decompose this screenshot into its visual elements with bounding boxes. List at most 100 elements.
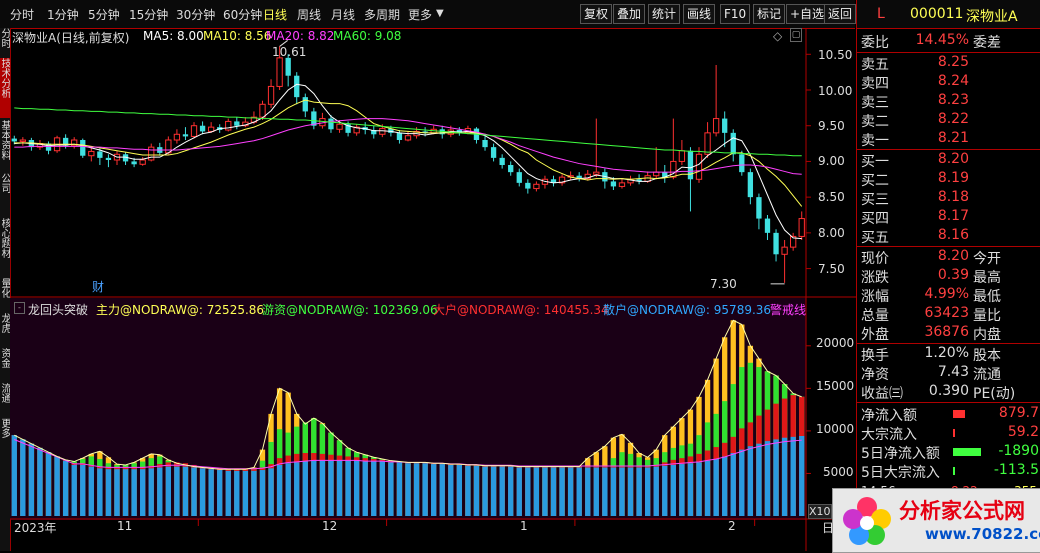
buy-price: 8.17 bbox=[937, 208, 969, 224]
period-tab-weekly[interactable]: 周线 bbox=[297, 6, 321, 23]
quote-label2: 量比 bbox=[973, 308, 1001, 324]
bar-sanhu bbox=[285, 463, 291, 516]
stats-value: 7.43 bbox=[937, 364, 969, 380]
candle-body bbox=[173, 133, 181, 141]
candle-body bbox=[259, 103, 266, 118]
sell-price: 8.22 bbox=[937, 111, 969, 127]
vol-tick: 15000 bbox=[816, 379, 855, 393]
buy-row[interactable]: 买五 8.16 bbox=[857, 227, 1040, 246]
left-tab-company[interactable]: 公司 bbox=[0, 173, 10, 213]
price-tick: 10.00 bbox=[818, 84, 853, 98]
candle-body bbox=[207, 126, 215, 132]
overlay-button[interactable]: 叠加 bbox=[613, 4, 646, 24]
price-tick: 7.50 bbox=[818, 262, 845, 276]
sell-row[interactable]: 卖四 8.24 bbox=[857, 73, 1040, 92]
buy-row[interactable]: 买一 8.20 bbox=[857, 151, 1040, 170]
period-tab-monthly[interactable]: 月线 bbox=[331, 6, 355, 23]
candle-body bbox=[105, 157, 112, 160]
bar-sanhu bbox=[208, 469, 214, 516]
sell-label: 卖四 bbox=[861, 76, 889, 92]
bar-sanhu bbox=[379, 461, 385, 516]
candle-body bbox=[499, 157, 505, 165]
sell-row[interactable]: 卖五 8.25 bbox=[857, 54, 1040, 73]
quote-label2: 最低 bbox=[973, 289, 1001, 305]
left-tab-more[interactable]: 更多 bbox=[0, 418, 10, 448]
settings-icon[interactable]: ▢ bbox=[790, 28, 802, 42]
add-watchlist-button[interactable]: +自选 bbox=[786, 4, 829, 24]
left-tab-fenshi[interactable]: 分时 bbox=[0, 28, 10, 56]
sell-label: 卖二 bbox=[861, 114, 889, 130]
collapse-icon[interactable]: - bbox=[14, 302, 25, 314]
period-tab-multi[interactable]: 多周期 bbox=[364, 6, 400, 23]
bar-sanhu bbox=[234, 470, 240, 516]
period-tab-15min[interactable]: 15分钟 bbox=[129, 6, 168, 23]
candle-body bbox=[773, 232, 779, 255]
period-tab-60min[interactable]: 60分钟 bbox=[223, 6, 262, 23]
quote-row: 现价 8.20 今开 bbox=[857, 248, 1040, 267]
period-tab-more[interactable]: 更多 bbox=[408, 6, 432, 23]
f10-button[interactable]: F10 bbox=[720, 4, 751, 24]
candle-body bbox=[618, 182, 626, 187]
left-tab-longhu[interactable]: 龙虎 bbox=[0, 313, 10, 343]
stats-button[interactable]: 统计 bbox=[648, 4, 681, 24]
sell-row[interactable]: 卖三 8.23 bbox=[857, 92, 1040, 111]
stock-name: 深物业A bbox=[966, 9, 1018, 25]
candle-body bbox=[190, 125, 198, 137]
left-tab-float[interactable]: 流通 bbox=[0, 383, 10, 413]
sanhu-label: 散户@NODRAW@: 95789.36 bbox=[603, 303, 772, 317]
sell-row[interactable]: 卖一 8.21 bbox=[857, 130, 1040, 149]
sell-price: 8.21 bbox=[937, 130, 969, 146]
candle-body bbox=[525, 182, 531, 189]
period-tab-5min[interactable]: 5分钟 bbox=[88, 6, 120, 23]
left-tab-quant[interactable]: 量化 bbox=[0, 278, 10, 308]
quote-row: 涨跌 0.39 最高 bbox=[857, 267, 1040, 286]
bar-sanhu bbox=[499, 466, 505, 516]
diamond-icon[interactable]: ◇ bbox=[773, 29, 782, 43]
buy-row[interactable]: 买四 8.17 bbox=[857, 208, 1040, 227]
indicator-name[interactable]: 龙回头突破 bbox=[28, 301, 88, 318]
finance-marker[interactable]: 财 bbox=[92, 278, 104, 295]
period-tab-30min[interactable]: 30分钟 bbox=[176, 6, 215, 23]
period-tab-1min[interactable]: 1分钟 bbox=[47, 6, 79, 23]
candle-body bbox=[593, 171, 600, 175]
vol-tick: 10000 bbox=[816, 422, 855, 436]
period-tab-daily[interactable]: 日线 bbox=[263, 6, 287, 23]
date-tick: 2023年 bbox=[14, 521, 57, 535]
candle-body bbox=[610, 181, 617, 187]
left-tab-funds[interactable]: 资金 bbox=[0, 348, 10, 378]
ma20-label: MA20: 8.82 bbox=[266, 29, 335, 43]
bar-sanhu bbox=[217, 470, 223, 516]
quote-label: 现价 bbox=[861, 251, 889, 267]
stock-title-bar: L 000011 深物业A bbox=[857, 0, 1040, 29]
sell-row[interactable]: 卖二 8.22 bbox=[857, 111, 1040, 130]
bar-sanhu bbox=[576, 467, 582, 516]
candle-body bbox=[80, 140, 86, 156]
x10-toggle[interactable]: X10 bbox=[808, 504, 832, 519]
date-tick: 11 bbox=[117, 519, 133, 533]
bar-sanhu bbox=[388, 462, 394, 516]
buy-label: 买三 bbox=[861, 192, 889, 208]
draw-button[interactable]: 画线 bbox=[683, 4, 716, 24]
left-tab-basic[interactable]: 基本资料 bbox=[0, 120, 10, 170]
candle-body bbox=[225, 120, 232, 131]
back-button[interactable]: 返回 bbox=[824, 4, 857, 24]
buy-label: 买一 bbox=[861, 154, 889, 170]
fuquan-button[interactable]: 复权 bbox=[580, 4, 613, 24]
candle-body bbox=[781, 246, 788, 255]
bar-sanhu bbox=[799, 436, 805, 516]
bar-sanhu bbox=[645, 467, 651, 516]
stats-value: 0.390 bbox=[928, 383, 969, 399]
bar-sanhu bbox=[371, 461, 377, 516]
left-tab-tech[interactable]: 技术分析 bbox=[0, 58, 10, 118]
bar-sanhu bbox=[259, 470, 266, 516]
mark-button[interactable]: 标记 bbox=[753, 4, 786, 24]
quote-row: 涨幅 4.99% 最低 bbox=[857, 286, 1040, 305]
flow-label: 大宗流入 bbox=[861, 427, 917, 443]
left-tab-topic[interactable]: 核心题材 bbox=[0, 218, 10, 273]
price-tick: 9.50 bbox=[818, 119, 845, 133]
buy-row[interactable]: 买二 8.19 bbox=[857, 170, 1040, 189]
buy-row[interactable]: 买三 8.18 bbox=[857, 189, 1040, 208]
period-tab-fenshi[interactable]: 分时 bbox=[10, 6, 34, 23]
flow-bar bbox=[953, 429, 955, 437]
chevron-down-icon[interactable]: ▼ bbox=[436, 8, 444, 19]
